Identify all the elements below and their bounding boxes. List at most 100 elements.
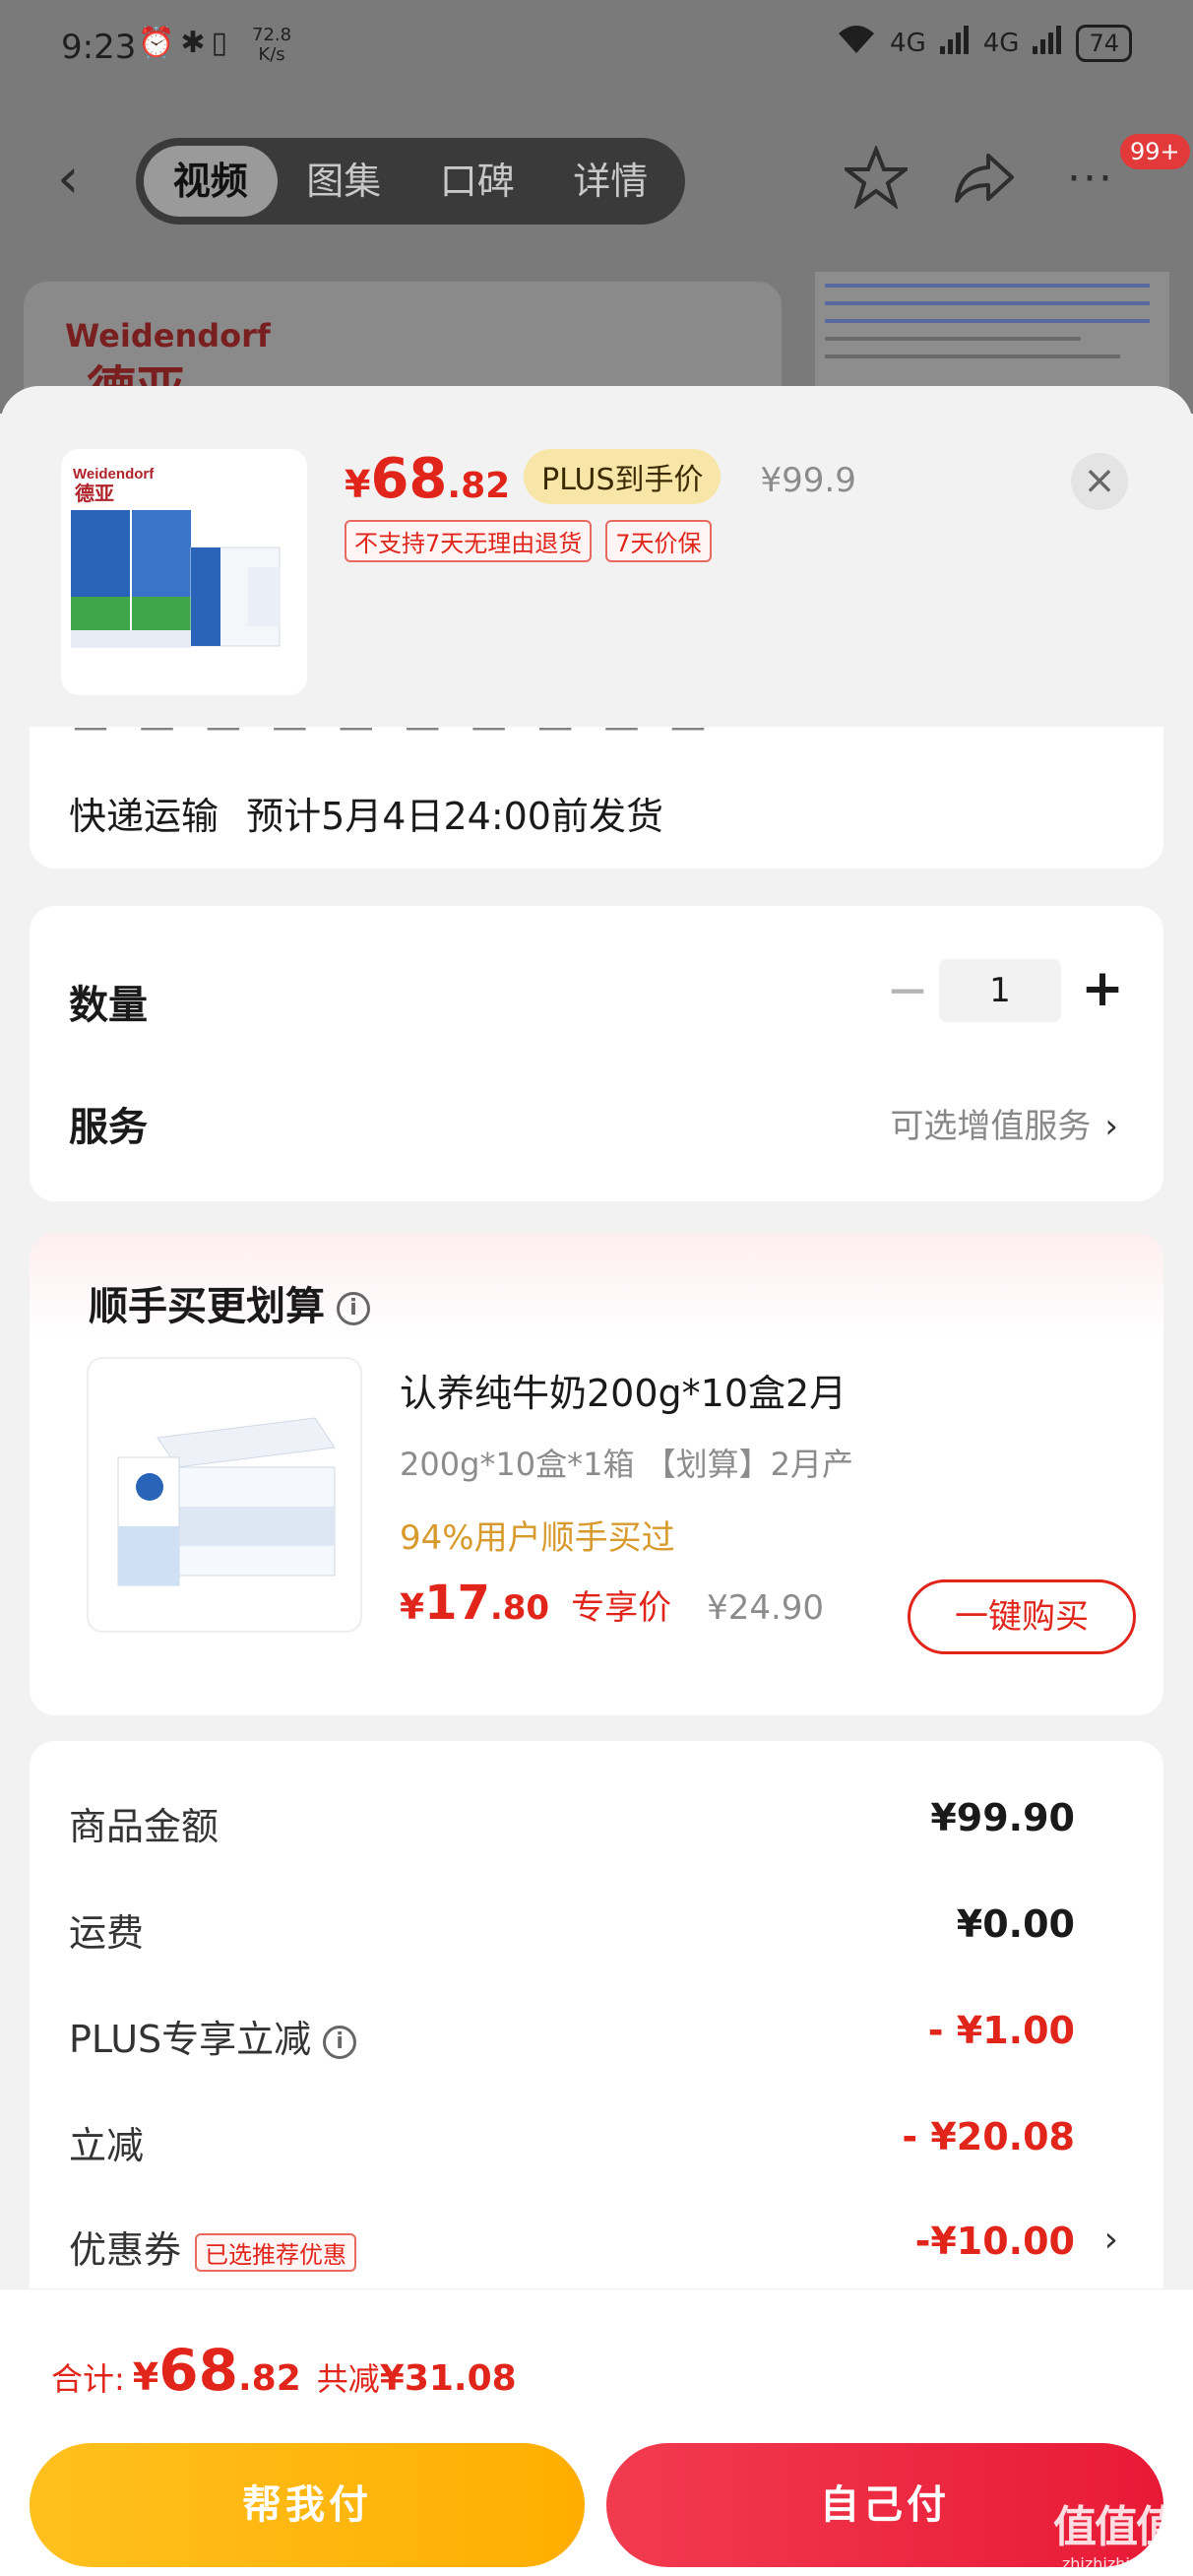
delivery-info: 快递运输 预计5月4日24:00前发货 <box>69 786 663 840</box>
saved-value: ¥31.08 <box>379 2358 517 2399</box>
total-label: 合计: <box>51 2360 125 2398</box>
amount-value: -¥10.00 <box>914 2220 1075 2263</box>
alarm-bluetooth-vibrate-icons: ⏰✱▯ <box>138 26 233 60</box>
total-integer: 68 <box>158 2337 238 2404</box>
watermark-url: zhizhizhi.com <box>1061 2554 1169 2573</box>
total-symbol: ¥ <box>132 2355 159 2399</box>
status-time: 9:23 <box>61 28 137 67</box>
price-integer: 68 <box>370 447 448 511</box>
upsell-product-image[interactable] <box>87 1357 362 1633</box>
amount-row-goods: 商品金额 ¥99.90 <box>69 1796 1075 1855</box>
upsell-price-symbol: ¥ <box>400 1587 425 1628</box>
policy-tags: 不支持7天无理由退货 7天价保 <box>345 520 712 562</box>
total-decimal: .82 <box>237 2358 301 2399</box>
battery-icon: 74 <box>1076 24 1132 62</box>
info-icon[interactable]: i <box>337 1292 370 1325</box>
amount-label: 立减 <box>69 2124 145 2167</box>
signal-bars-icon <box>939 25 970 61</box>
product-thumbnail: Weidendorf 德亚 <box>61 449 307 695</box>
upsell-original-price: ¥24.90 <box>707 1588 825 1628</box>
upsell-card: 顺手买更划算 i 认养纯牛奶200g*10盒2月 200g*10盒*1箱 【划算】… <box>30 1233 1163 1715</box>
help-me-pay-button[interactable]: 帮我付 <box>30 2443 585 2567</box>
tab-video[interactable]: 视频 <box>144 146 278 217</box>
service-value: 可选增值服务 <box>890 1107 1092 1146</box>
checkout-bar: 合计: ¥68.82 共减 ¥31.08 帮我付 自己付 <box>0 2288 1193 2576</box>
saved-label: 共减 <box>316 2360 380 2398</box>
doc-line <box>825 319 1150 323</box>
price-row: ¥68.82 PLUS到手价 ¥99.9 <box>345 447 856 512</box>
chevron-right-icon[interactable]: › <box>1104 2220 1118 2260</box>
tab-bar: 视频 图集 口碑 详情 <box>136 138 685 225</box>
quantity-increase-button[interactable]: + <box>1075 959 1130 1022</box>
total-row: 合计: ¥68.82 共减 ¥31.08 <box>51 2337 517 2404</box>
price-protection-tag: 7天价保 <box>605 520 712 562</box>
share-icon[interactable] <box>953 146 1016 209</box>
amount-label: 优惠券 已选推荐优惠 <box>69 2220 357 2274</box>
product-nav: ‹ 视频 图集 口碑 详情 ··· 99+ <box>0 134 1193 228</box>
service-label: 服务 <box>69 1105 148 1150</box>
service-selector[interactable]: 可选增值服务 › <box>890 1099 1118 1147</box>
amount-label: 商品金额 <box>69 1805 220 1848</box>
quantity-input[interactable]: 1 <box>939 959 1061 1022</box>
favorite-star-icon[interactable] <box>841 144 911 211</box>
original-price: ¥99.9 <box>760 461 856 500</box>
current-price: ¥68.82 <box>345 447 510 511</box>
network-speed: 72.8 K/s <box>252 25 292 65</box>
more-icon[interactable]: ··· <box>1067 154 1130 204</box>
price-symbol: ¥ <box>345 463 371 506</box>
amount-value: - ¥1.00 <box>927 2009 1075 2052</box>
back-icon[interactable]: ‹ <box>57 152 96 207</box>
no-return-tag: 不支持7天无理由退货 <box>345 520 593 562</box>
purchase-sheet: — — — — — — — — — — 快递运输 预计5月4日24:00前发货 … <box>0 386 1193 2576</box>
tab-details[interactable]: 详情 <box>544 146 678 217</box>
signal-bars-icon-2 <box>1033 25 1062 61</box>
status-bar: 9:23 ⏰✱▯ 72.8 K/s 4G 4G 74 <box>0 0 1193 98</box>
doc-line <box>825 337 1081 341</box>
info-icon[interactable]: i <box>323 2025 357 2059</box>
upsell-price-integer: 17 <box>424 1576 490 1631</box>
plus-discount-label: PLUS专享立减 <box>69 2018 312 2061</box>
coupon-recommended-tag: 已选推荐优惠 <box>195 2233 357 2272</box>
one-click-buy-button[interactable]: 一键购买 <box>908 1579 1136 1654</box>
signal-4g-icon-2: 4G <box>982 28 1020 58</box>
upsell-price-row: ¥17.80 专享价 ¥24.90 <box>400 1576 824 1631</box>
status-right: 4G 4G 74 <box>837 24 1132 62</box>
amount-value: - ¥20.08 <box>902 2115 1075 2158</box>
upsell-product-name[interactable]: 认养纯牛奶200g*10盒2月 <box>400 1363 847 1417</box>
quantity-service-card: 数量 − 1 + 服务 可选增值服务 › <box>30 906 1163 1201</box>
amount-value: ¥99.90 <box>930 1796 1075 1839</box>
close-icon[interactable]: × <box>1071 453 1128 510</box>
amount-label: 运费 <box>69 1911 145 1955</box>
quantity-decrease-button[interactable]: − <box>880 961 935 1024</box>
amount-row-coupon[interactable]: 优惠券 已选推荐优惠 -¥10.00 <box>69 2220 1075 2279</box>
upsell-price-decimal: .80 <box>489 1588 550 1628</box>
doc-line <box>825 354 1120 358</box>
upsell-title-text: 顺手买更划算 <box>89 1284 325 1329</box>
delivery-method: 快递运输 <box>69 795 220 838</box>
amount-label: PLUS专享立减 i <box>69 2009 357 2063</box>
signal-4g-icon: 4G <box>890 28 926 58</box>
thumb-brand: Weidendorf <box>73 466 155 483</box>
wifi-icon <box>837 24 876 62</box>
price-decimal: .82 <box>447 466 511 506</box>
coupon-label: 优惠券 <box>69 2228 182 2272</box>
upsell-title: 顺手买更划算 i <box>89 1274 370 1331</box>
watermark: 值值值 zhizhizhi.com <box>1041 2491 1189 2573</box>
chevron-right-icon: › <box>1104 1107 1118 1146</box>
doc-line <box>825 301 1150 305</box>
amount-row-shipping: 运费 ¥0.00 <box>69 1902 1075 1962</box>
product-header: Weidendorf 德亚 ¥68.82 PLUS到手价 ¥99.9 不支持7天… <box>0 386 1193 727</box>
background-page: 9:23 ⏰✱▯ 72.8 K/s 4G 4G 74 ‹ 视频 图集 口碑 详情 <box>0 0 1193 429</box>
amount-row-plus-discount: PLUS专享立减 i - ¥1.00 <box>69 2009 1075 2068</box>
upsell-price-label: 专享价 <box>571 1588 672 1628</box>
doc-line <box>825 284 1150 288</box>
quantity-label: 数量 <box>69 983 148 1028</box>
thumb-brand-cn: 德亚 <box>75 482 114 505</box>
upsell-product-spec: 200g*10盒*1箱 【划算】2月产 <box>400 1446 854 1483</box>
tab-reviews[interactable]: 口碑 <box>410 146 544 217</box>
amount-row-instant-discount: 立减 - ¥20.08 <box>69 2115 1075 2174</box>
notification-badge: 99+ <box>1120 134 1190 169</box>
tab-gallery[interactable]: 图集 <box>278 146 411 217</box>
watermark-logo: 值值值 <box>1053 2502 1179 2552</box>
upsell-social-proof: 94%用户顺手买过 <box>400 1518 675 1558</box>
